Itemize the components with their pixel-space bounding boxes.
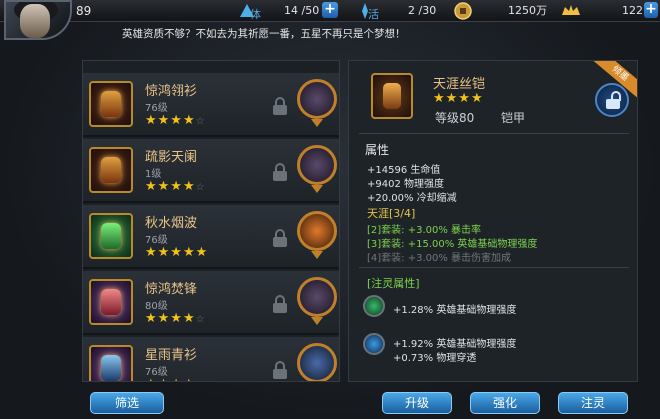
equipment-slot xyxy=(89,345,133,381)
soul-attr: +1.28% 英雄基础物理强度 xyxy=(393,305,517,316)
equipment-slot xyxy=(89,81,133,127)
ingot-value: 122 xyxy=(622,4,643,17)
divider xyxy=(359,133,629,134)
detail-type: 铠甲 xyxy=(501,111,526,125)
equipment-list[interactable]: 惊鸿翎衫 76级 ★★★★☆ 疏影天阑 1级 ★★★★☆ 秋水烟波 76级 ★★… xyxy=(82,60,340,382)
divider xyxy=(359,267,629,268)
player-level: 89 xyxy=(76,4,92,18)
enhance-button[interactable]: 强化 xyxy=(470,392,540,414)
equipment-slot xyxy=(89,279,133,325)
avatar-face xyxy=(20,4,50,38)
attr-line: +14596 生命值 xyxy=(367,165,441,176)
armor-icon xyxy=(383,83,401,109)
add-stamina-button[interactable]: + xyxy=(322,2,338,18)
star-rating: ★★★★☆ xyxy=(145,179,206,194)
activity-stat: 活 2 /30 xyxy=(354,1,454,21)
lock-icon[interactable] xyxy=(273,361,287,379)
detail-level: 等级80 xyxy=(435,111,475,125)
game-equipment-screen: 89 体 14 /50 + 活 2 /30 1250万 122 + 英雄资质不够… xyxy=(0,0,660,419)
filter-button[interactable]: 筛选 xyxy=(90,392,164,414)
equipment-name: 惊鸿翎衫 xyxy=(145,84,198,99)
equipment-name: 秋水烟波 xyxy=(145,216,198,231)
coin-stat: 1250万 xyxy=(452,1,552,21)
detail-star-rating: ★★★★ xyxy=(433,91,484,106)
detail-equipment-slot xyxy=(371,73,413,119)
set-title: 天涯[3/4] xyxy=(367,207,416,220)
star-rating: ★★★★★ xyxy=(145,245,209,260)
green-soul-icon xyxy=(363,295,385,317)
lock-icon[interactable] xyxy=(273,97,287,115)
attr-line: +9402 物理强度 xyxy=(367,179,445,190)
hero-portrait[interactable] xyxy=(297,145,337,195)
weapon-icon xyxy=(101,289,121,315)
equipment-slot xyxy=(89,147,133,193)
list-item[interactable]: 秋水烟波 76级 ★★★★★ xyxy=(83,205,339,269)
equipment-level: 80级 xyxy=(145,301,168,312)
equipment-level: 76级 xyxy=(145,103,168,114)
set-bonus: [2]套装: +3.00% 暴击率 xyxy=(367,225,482,236)
list-item[interactable]: 惊鸿焚锋 80级 ★★★★☆ xyxy=(83,271,339,335)
equipment-level: 76级 xyxy=(145,367,168,378)
armor-icon xyxy=(101,157,121,183)
list-item[interactable]: 疏影天阑 1级 ★★★★☆ xyxy=(83,139,339,203)
upgrade-button[interactable]: 升级 xyxy=(382,392,452,414)
ingot-icon xyxy=(562,5,580,15)
star-rating: ★★★★☆ xyxy=(145,311,206,326)
blue-soul-icon xyxy=(363,333,385,355)
list-item[interactable]: 惊鸿翎衫 76级 ★★★★☆ xyxy=(83,73,339,137)
coin-icon xyxy=(454,2,472,20)
player-avatar[interactable] xyxy=(4,0,72,40)
detail-name: 天涯丝铠 xyxy=(433,77,486,92)
attr-title: 属性 xyxy=(365,143,390,157)
equipment-name: 疏影天阑 xyxy=(145,150,198,165)
add-ingot-button[interactable]: + xyxy=(644,2,658,18)
attr-line: +20.00% 冷却缩减 xyxy=(367,193,457,204)
set-bonus: [3]套装: +15.00% 英雄基础物理强度 xyxy=(367,239,538,250)
equipment-detail-panel: 倾墨 天涯丝铠 ★★★★ 等级80 铠甲 属性 +14596 生命值 +9402… xyxy=(348,60,638,382)
activity-label: 活 xyxy=(368,8,379,21)
star-rating: ★★★★☆ xyxy=(145,113,206,128)
equipment-level: 76级 xyxy=(145,235,168,246)
soul-attr: +1.92% 英雄基础物理强度 xyxy=(393,339,517,350)
notice-text: 英雄资质不够？不如去为其祈愿一番，五星不再只是个梦想！ xyxy=(122,28,406,40)
hero-portrait[interactable] xyxy=(297,277,337,327)
soul-attr: +0.73% 物理穿透 xyxy=(393,353,477,364)
stamina-label: 体 xyxy=(250,8,261,21)
hero-portrait[interactable] xyxy=(297,79,337,129)
unlock-button[interactable] xyxy=(595,83,629,117)
lock-icon[interactable] xyxy=(273,229,287,247)
star-rating: ★★★★☆ xyxy=(145,377,206,381)
armor-icon xyxy=(101,355,121,381)
equipment-level: 1级 xyxy=(145,169,162,180)
coin-value: 1250万 xyxy=(508,4,547,17)
hero-portrait[interactable] xyxy=(297,343,337,381)
lock-icon[interactable] xyxy=(273,295,287,313)
armor-icon xyxy=(101,91,121,117)
soul-title: [注灵属性] xyxy=(367,277,420,290)
stamina-value: 14 /50 xyxy=(284,4,320,17)
hero-portrait[interactable] xyxy=(297,211,337,261)
activity-value: 2 /30 xyxy=(408,4,437,17)
equipment-name: 星雨青衫 xyxy=(145,348,198,363)
infuse-button[interactable]: 注灵 xyxy=(558,392,628,414)
armor-icon xyxy=(101,223,121,249)
equipment-slot xyxy=(89,213,133,259)
set-bonus: [4]套装: +3.00% 暴击伤害加成 xyxy=(367,253,512,264)
equipment-name: 惊鸿焚锋 xyxy=(145,282,198,297)
list-item[interactable]: 星雨青衫 76级 ★★★★☆ xyxy=(83,337,339,381)
lock-icon[interactable] xyxy=(273,163,287,181)
